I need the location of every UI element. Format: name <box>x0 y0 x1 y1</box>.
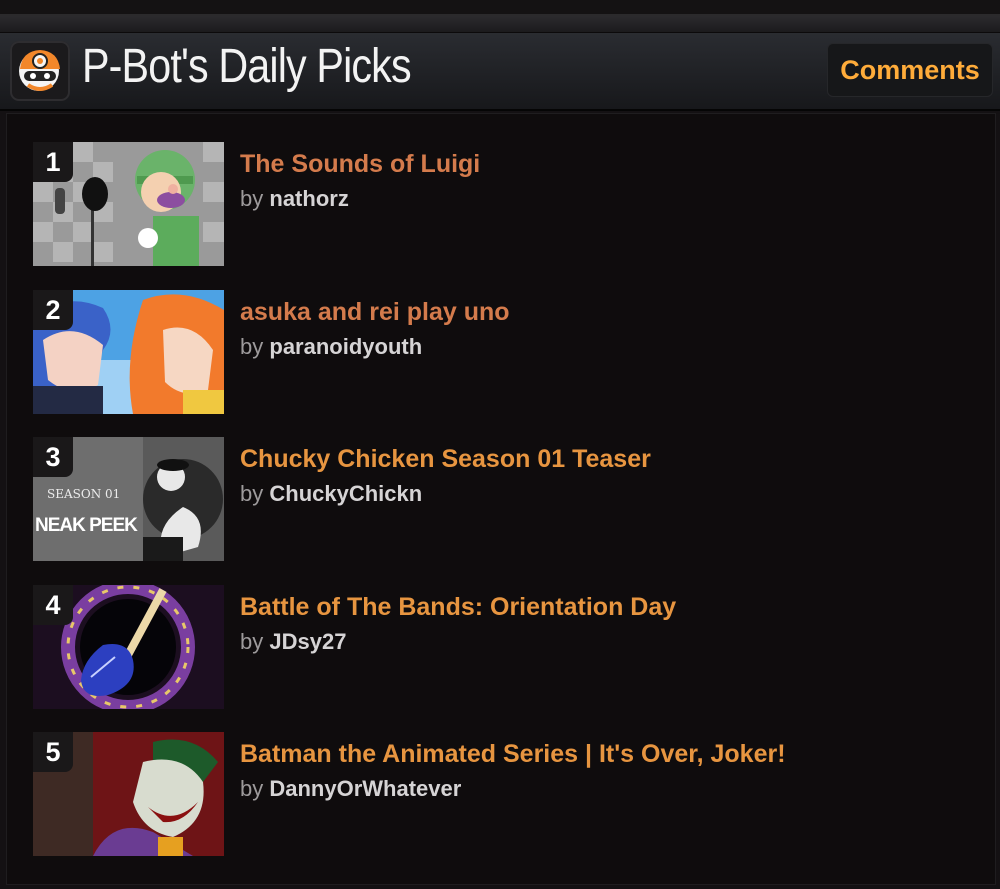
list-item: 4 Battle of The Bands: Orientation Day b… <box>33 585 933 709</box>
list-item: SEASON 01 NEAK PEEK 3 Chucky Chicken Sea… <box>33 437 933 561</box>
list-item: 5 Batman the Animated Series | It's Over… <box>33 732 933 856</box>
author-link[interactable]: ChuckyChickn <box>269 481 422 506</box>
by-label: by <box>240 334 264 359</box>
picks-list: 1 The Sounds of Luigi by nathorz 2 asuka… <box>6 113 996 885</box>
top-divider <box>0 0 1000 16</box>
pick-title-link[interactable]: Chucky Chicken Season 01 Teaser <box>240 445 651 474</box>
top-divider-bar <box>0 16 1000 32</box>
page-title: P-Bot's Daily Picks <box>82 40 412 93</box>
pbot-logo-icon <box>10 41 70 101</box>
panel-header: P-Bot's Daily Picks Comments <box>0 33 1000 111</box>
author-link[interactable]: DannyOrWhatever <box>269 776 461 801</box>
pick-title-link[interactable]: asuka and rei play uno <box>240 298 510 327</box>
byline: by paranoidyouth <box>240 334 422 360</box>
byline: by JDsy27 <box>240 629 346 655</box>
list-item: 1 The Sounds of Luigi by nathorz <box>33 142 933 266</box>
rank-badge: 5 <box>33 732 73 772</box>
thumbnail-battle-of-bands[interactable]: 4 <box>33 585 224 709</box>
comments-button[interactable]: Comments <box>827 43 993 97</box>
pick-title-link[interactable]: Batman the Animated Series | It's Over, … <box>240 740 786 769</box>
by-label: by <box>240 186 264 211</box>
rank-badge: 3 <box>33 437 73 477</box>
author-link[interactable]: JDsy27 <box>269 629 346 654</box>
rank-badge: 1 <box>33 142 73 182</box>
thumb-caption-sneak-peek: NEAK PEEK <box>35 515 138 536</box>
list-item: 2 asuka and rei play uno by paranoidyout… <box>33 290 933 414</box>
author-link[interactable]: nathorz <box>269 186 348 211</box>
by-label: by <box>240 481 264 506</box>
thumb-caption-season: SEASON 01 <box>47 487 121 501</box>
pick-title-link[interactable]: The Sounds of Luigi <box>240 150 480 179</box>
thumbnail-batman-joker[interactable]: 5 <box>33 732 224 856</box>
byline: by nathorz <box>240 186 349 212</box>
thumbnail-asuka-rei[interactable]: 2 <box>33 290 224 414</box>
rank-badge: 4 <box>33 585 73 625</box>
by-label: by <box>240 776 264 801</box>
daily-picks-panel: P-Bot's Daily Picks Comments 1 The Sound… <box>0 33 1000 889</box>
pick-title-link[interactable]: Battle of The Bands: Orientation Day <box>240 593 676 622</box>
author-link[interactable]: paranoidyouth <box>269 334 422 359</box>
byline: by ChuckyChickn <box>240 481 422 507</box>
byline: by DannyOrWhatever <box>240 776 461 802</box>
by-label: by <box>240 629 264 654</box>
thumbnail-chucky-chicken[interactable]: SEASON 01 NEAK PEEK 3 <box>33 437 224 561</box>
rank-badge: 2 <box>33 290 73 330</box>
thumbnail-luigi[interactable]: 1 <box>33 142 224 266</box>
